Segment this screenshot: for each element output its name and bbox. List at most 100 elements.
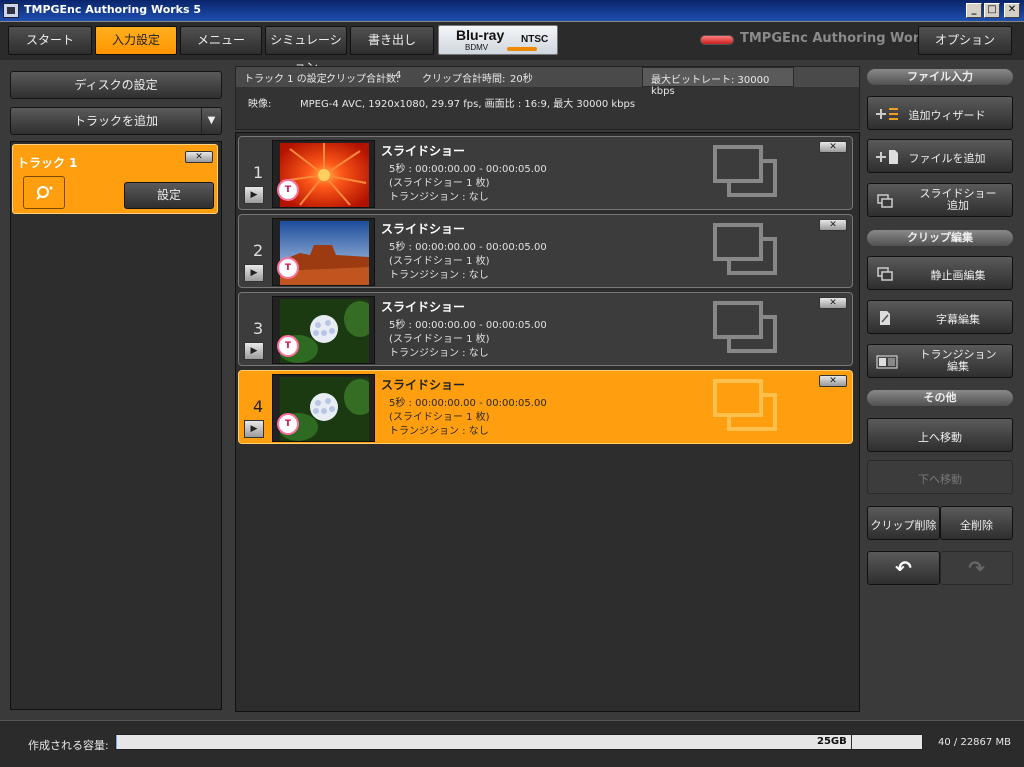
track-settings-button[interactable]: 設定	[124, 182, 214, 209]
clip-title: スライドショー	[381, 222, 466, 236]
maximize-button[interactable]: □	[984, 3, 1000, 18]
add-track-button[interactable]: トラックを追加 ▼	[10, 107, 222, 135]
clip-number: 1	[253, 163, 264, 182]
format-badge[interactable]: Blu-ray BDMV NTSC	[438, 25, 558, 55]
clip-thumbnail[interactable]: T	[272, 296, 375, 364]
format-badge-bdmv: BDMV	[465, 43, 489, 52]
still-image-edit-button[interactable]: 静止画編集	[867, 256, 1013, 290]
clip-transition: トランジション : なし	[389, 270, 489, 281]
clip-transition: トランジション : なし	[389, 426, 489, 437]
clip-thumbnail[interactable]: T	[272, 140, 375, 208]
subtitle-icon	[880, 311, 890, 325]
disc-size-label: 25GB	[817, 736, 847, 747]
clip-title: スライドショー	[381, 144, 466, 158]
clip-slide-count: (スライドショー 1 枚)	[389, 412, 490, 423]
clip-close-icon[interactable]: ✕	[819, 219, 847, 231]
undo-button[interactable]: ↶	[867, 551, 940, 585]
clip-item[interactable]: 3 ▶ T スライドショー 5秒 : 00:00:00.00 - 00:00:0…	[238, 292, 853, 366]
transition-icon	[876, 355, 898, 369]
disc-settings-button[interactable]: ディスクの設定	[10, 71, 222, 99]
video-spec: MPEG-4 AVC, 1920x1080, 29.97 fps, 画面比 : …	[300, 99, 636, 110]
add-slideshow-button[interactable]: スライドショー 追加	[867, 183, 1013, 217]
clip-close-icon[interactable]: ✕	[819, 297, 847, 309]
transition-mark-icon: T	[277, 335, 299, 357]
file-input-header: ファイル入力	[867, 69, 1013, 85]
play-icon[interactable]: ▶	[244, 342, 264, 360]
tab-start[interactable]: スタート	[8, 26, 92, 55]
format-badge-ntsc: NTSC	[521, 34, 549, 45]
clip-number: 4	[253, 397, 264, 416]
clip-delete-button[interactable]: クリップ削除	[867, 506, 940, 540]
track-info-panel: トラック 1 の設定: クリップ合計数: 4 クリップ合計時間: 20秒 最大ビ…	[235, 66, 860, 130]
add-slideshow-label: スライドショー 追加	[908, 188, 1008, 212]
clip-slide-count: (スライドショー 1 枚)	[389, 256, 490, 267]
clip-transition: トランジション : なし	[389, 192, 489, 203]
clip-title: スライドショー	[381, 378, 466, 392]
close-window-button[interactable]: ✕	[1004, 3, 1020, 18]
clip-item[interactable]: 2 ▶ T スライドショー 5秒 : 00:00:00.00 - 00:00:0…	[238, 214, 853, 288]
max-bitrate-badge: 最大ビットレート: 30000 kbps	[642, 67, 794, 97]
clip-item[interactable]: 4 ▶ T スライドショー 5秒 : 00:00:00.00 - 00:00:0…	[238, 370, 853, 444]
clip-duration: 5秒 : 00:00:00.00 - 00:00:05.00	[389, 242, 547, 253]
track-preview-button[interactable]	[23, 176, 65, 209]
clip-close-icon[interactable]: ✕	[819, 375, 847, 387]
add-track-dropdown-icon[interactable]: ▼	[201, 108, 221, 134]
main-nav: スタート 入力設定 メニュー シミュレーション 書き出し Blu-ray BDM…	[0, 22, 1024, 74]
title-bar: TMPGEnc Authoring Works 5 _ □ ✕	[0, 0, 1024, 22]
move-up-button[interactable]: 上へ移動	[867, 418, 1013, 452]
tab-export[interactable]: 書き出し	[350, 26, 434, 55]
transition-mark-icon: T	[277, 257, 299, 279]
track-close-icon[interactable]: ✕	[185, 151, 213, 163]
transition-mark-icon: T	[277, 179, 299, 201]
subtitle-edit-label: 字幕編集	[936, 313, 980, 326]
slideshow-icon	[877, 194, 893, 208]
play-icon[interactable]: ▶	[244, 420, 264, 438]
track-item[interactable]: トラック 1 ✕ 設定	[12, 144, 218, 214]
app-icon	[3, 3, 19, 18]
tab-simulation[interactable]: シミュレーション	[265, 26, 347, 74]
track-settings-label: トラック 1 の設定:	[244, 74, 331, 85]
track-list	[10, 141, 222, 710]
max-bitrate-label: 最大ビットレート: 30000 kbps	[651, 75, 770, 97]
slideshow-stack-icon	[713, 145, 783, 201]
move-down-button[interactable]: 下へ移動	[867, 460, 1013, 494]
redo-button[interactable]: ↷	[940, 551, 1013, 585]
add-wizard-button[interactable]: 追加ウィザード	[867, 96, 1013, 130]
clip-time-label: クリップ合計時間:	[422, 74, 506, 85]
delete-all-button[interactable]: 全削除	[940, 506, 1013, 540]
transition-edit-button[interactable]: トランジション 編集	[867, 344, 1013, 378]
clip-slide-count: (スライドショー 1 枚)	[389, 178, 490, 189]
options-button[interactable]: オプション	[918, 26, 1012, 55]
slideshow-stack-icon	[713, 223, 783, 279]
video-label: 映像:	[248, 99, 272, 110]
add-track-label: トラックを追加	[73, 114, 158, 128]
clip-item[interactable]: 1 ▶ T スライドショー 5秒 : 00:00:00.00 - 00:00:0…	[238, 136, 853, 210]
slideshow-stack-icon	[713, 379, 783, 435]
clip-title: スライドショー	[381, 300, 466, 314]
clip-number: 2	[253, 241, 264, 260]
window-title: TMPGEnc Authoring Works 5	[24, 3, 202, 16]
capacity-bar: 25GB	[115, 734, 923, 750]
capacity-fill	[116, 735, 117, 749]
add-file-icon	[876, 150, 898, 164]
tab-input-settings[interactable]: 入力設定	[95, 26, 177, 55]
play-icon[interactable]: ▶	[244, 186, 264, 204]
tab-menu[interactable]: メニュー	[180, 26, 262, 55]
subtitle-edit-button[interactable]: 字幕編集	[867, 300, 1013, 334]
add-list-icon	[876, 108, 898, 120]
add-file-button[interactable]: ファイルを追加	[867, 139, 1013, 173]
delete-all-label: 全削除	[960, 519, 993, 532]
minimize-button[interactable]: _	[966, 3, 982, 18]
clip-transition: トランジション : なし	[389, 348, 489, 359]
clip-count-value: 4	[395, 70, 402, 81]
add-file-label: ファイルを追加	[908, 152, 986, 165]
transition-edit-label: トランジション 編集	[908, 349, 1008, 373]
clip-thumbnail[interactable]: T	[272, 374, 375, 442]
clip-duration: 5秒 : 00:00:00.00 - 00:00:05.00	[389, 320, 547, 331]
transition-mark-icon: T	[277, 413, 299, 435]
clip-thumbnail[interactable]: T	[272, 218, 375, 286]
play-icon[interactable]: ▶	[244, 264, 264, 282]
clip-close-icon[interactable]: ✕	[819, 141, 847, 153]
still-image-icon	[877, 267, 893, 281]
clip-delete-label: クリップ削除	[870, 519, 937, 532]
